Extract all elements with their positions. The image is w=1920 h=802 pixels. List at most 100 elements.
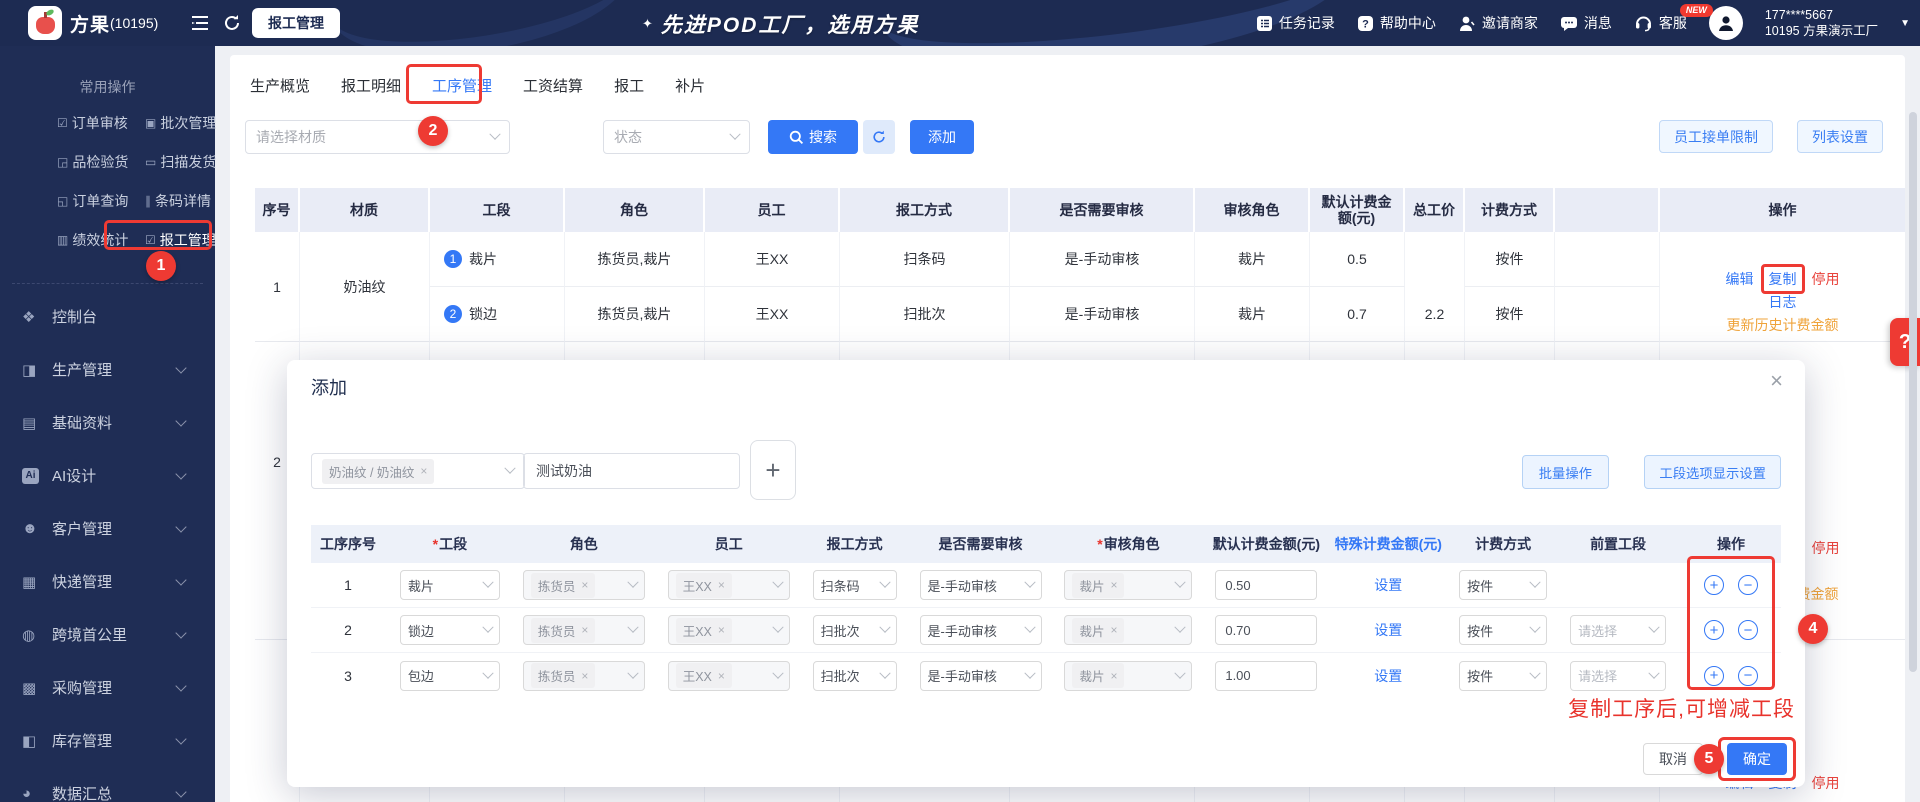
nav-invite-merchant[interactable]: 邀请商家 bbox=[1458, 13, 1538, 33]
disable-link[interactable]: 停用 bbox=[1812, 538, 1840, 558]
method-select[interactable]: 扫批次 bbox=[812, 660, 897, 691]
review-select[interactable]: 是-手动审核 bbox=[919, 615, 1042, 645]
add-button[interactable]: 添加 bbox=[910, 120, 974, 154]
modal-material-select[interactable]: 奶油纹 / 奶油纹 × bbox=[311, 453, 525, 489]
remove-stage-icon[interactable]: − bbox=[1737, 575, 1758, 595]
collapse-menu-icon[interactable] bbox=[190, 13, 210, 33]
special-fee-settings-link[interactable]: 设置 bbox=[1374, 620, 1402, 640]
review-role-select[interactable]: 裁片 × bbox=[1064, 570, 1193, 600]
vertical-scrollbar[interactable] bbox=[1909, 112, 1917, 672]
default-fee-input[interactable]: 1.00 bbox=[1215, 660, 1318, 691]
tab-patch[interactable]: 补片 bbox=[673, 71, 707, 100]
nav-task-log[interactable]: 任务记录 bbox=[1256, 13, 1335, 33]
employee-select[interactable]: 王XX × bbox=[667, 615, 790, 645]
remove-tag-icon[interactable]: × bbox=[718, 578, 725, 592]
role-select[interactable]: 拣货员 × bbox=[522, 660, 645, 691]
review-role-select[interactable]: 裁片 × bbox=[1064, 660, 1193, 691]
review-role-select[interactable]: 裁片 × bbox=[1064, 615, 1193, 645]
default-fee-input[interactable]: 0.70 bbox=[1215, 615, 1318, 645]
quick-link-work-report[interactable]: ☑ 报工管理 bbox=[145, 230, 233, 250]
nav-help-center[interactable]: ? 帮助中心 bbox=[1357, 13, 1436, 33]
employee-select[interactable]: 王XX × bbox=[667, 660, 790, 691]
sidebar-item-production[interactable]: ◨ 生产管理 bbox=[0, 343, 215, 396]
sidebar-item-base-data[interactable]: ▤ 基础资料 bbox=[0, 396, 215, 449]
employee-select[interactable]: 王XX × bbox=[667, 570, 790, 600]
avatar[interactable] bbox=[1708, 6, 1743, 40]
remove-tag-icon[interactable]: × bbox=[581, 578, 588, 592]
quick-link-performance[interactable]: ▥ 绩效统计 bbox=[57, 230, 145, 250]
quick-link-batch-manage[interactable]: ▣ 批次管理 bbox=[145, 113, 233, 133]
status-select[interactable]: 状态 bbox=[603, 120, 750, 154]
tab-process-manage[interactable]: 工序管理 bbox=[430, 71, 494, 100]
stage-select[interactable]: 裁片 bbox=[399, 570, 500, 600]
quick-link-quality-check[interactable]: ◲ 品检验货 bbox=[57, 152, 145, 172]
tab-production-overview[interactable]: 生产概览 bbox=[248, 71, 312, 100]
modal-name-input[interactable]: 测试奶油 bbox=[523, 453, 740, 489]
remove-tag-icon[interactable]: × bbox=[1110, 623, 1117, 637]
search-button[interactable]: 搜索 bbox=[768, 120, 858, 154]
nav-customer-service[interactable]: 客服 NEW bbox=[1634, 4, 1713, 33]
remove-tag-icon[interactable]: × bbox=[718, 623, 725, 637]
stage-display-settings-button[interactable]: 工段选项显示设置 bbox=[1644, 455, 1781, 489]
list-settings-button[interactable]: 列表设置 bbox=[1797, 120, 1883, 153]
role-select[interactable]: 拣货员 × bbox=[522, 615, 645, 645]
sidebar-item-crossborder[interactable]: ◍ 跨境首公里 bbox=[0, 608, 215, 661]
default-fee-input[interactable]: 0.50 bbox=[1215, 570, 1318, 600]
add-material-group-button[interactable]: + bbox=[750, 440, 796, 500]
quick-link-barcode-detail[interactable]: ∥ 条码详情 bbox=[145, 191, 233, 211]
disable-link[interactable]: 停用 bbox=[1812, 773, 1840, 793]
quick-link-scan-ship[interactable]: ▭ 扫描发货 bbox=[145, 152, 233, 172]
refresh-list-button[interactable] bbox=[863, 120, 895, 154]
remove-tag-icon[interactable]: × bbox=[718, 669, 725, 683]
role-select[interactable]: 拣货员 × bbox=[522, 570, 645, 600]
pay-type-select[interactable]: 按件 bbox=[1459, 660, 1548, 691]
remove-tag-icon[interactable]: × bbox=[420, 464, 427, 478]
stage-select[interactable]: 锁边 bbox=[399, 615, 500, 645]
batch-operation-button[interactable]: 批量操作 bbox=[1521, 455, 1609, 489]
sidebar-item-express[interactable]: ▦ 快递管理 bbox=[0, 555, 215, 608]
remove-stage-icon[interactable]: − bbox=[1737, 620, 1758, 640]
add-stage-icon[interactable]: + bbox=[1703, 575, 1724, 595]
sidebar-item-customers[interactable]: ☻ 客户管理 bbox=[0, 502, 215, 555]
remove-tag-icon[interactable]: × bbox=[1110, 578, 1117, 592]
copy-link[interactable]: 复制 bbox=[1760, 264, 1805, 294]
remove-stage-icon[interactable]: − bbox=[1737, 665, 1758, 686]
refresh-icon[interactable] bbox=[222, 13, 242, 33]
log-link[interactable]: 日志 bbox=[1769, 292, 1797, 312]
quick-link-order-audit[interactable]: ☑ 订单审核 bbox=[57, 113, 145, 133]
pay-type-select[interactable]: 按件 bbox=[1459, 570, 1548, 600]
method-select[interactable]: 扫条码 bbox=[812, 570, 897, 600]
edit-link[interactable]: 编辑 bbox=[1726, 269, 1754, 289]
tab-report-detail[interactable]: 报工明细 bbox=[339, 71, 403, 100]
sidebar-item-inventory[interactable]: ◧ 库存管理 bbox=[0, 714, 215, 767]
add-stage-icon[interactable]: + bbox=[1703, 620, 1724, 640]
pre-stage-select[interactable]: 请选择 bbox=[1570, 660, 1667, 691]
pre-stage-select[interactable]: 请选择 bbox=[1570, 615, 1667, 645]
workspace-button[interactable]: 报工管理 bbox=[252, 8, 340, 38]
special-fee-settings-link[interactable]: 设置 bbox=[1374, 666, 1402, 686]
add-stage-icon[interactable]: + bbox=[1703, 665, 1724, 686]
chevron-down-icon[interactable]: ▼ bbox=[1900, 18, 1910, 29]
nav-messages[interactable]: 消息 bbox=[1560, 13, 1612, 33]
quick-link-order-query[interactable]: ◱ 订单查询 bbox=[57, 191, 145, 211]
user-info[interactable]: 177****5667 10195 方果演示工厂 bbox=[1765, 7, 1878, 40]
material-select[interactable]: 请选择材质 bbox=[245, 120, 510, 154]
tab-report[interactable]: 报工 bbox=[612, 71, 646, 100]
sidebar-item-ai-design[interactable]: Ai AI设计 bbox=[0, 449, 215, 502]
sidebar-item-data-summary[interactable]: ◕ 数据汇总 bbox=[0, 767, 215, 802]
employee-order-limit-button[interactable]: 员工接单限制 bbox=[1659, 120, 1773, 153]
pay-type-select[interactable]: 按件 bbox=[1459, 615, 1548, 645]
sidebar-item-console[interactable]: ❖ 控制台 bbox=[0, 290, 215, 343]
remove-tag-icon[interactable]: × bbox=[581, 669, 588, 683]
remove-tag-icon[interactable]: × bbox=[1110, 669, 1117, 683]
sidebar-item-purchase[interactable]: ▩ 采购管理 bbox=[0, 661, 215, 714]
method-select[interactable]: 扫批次 bbox=[812, 615, 897, 645]
close-icon[interactable]: × bbox=[1770, 368, 1783, 394]
remove-tag-icon[interactable]: × bbox=[581, 623, 588, 637]
update-history-fee-link[interactable]: 更新历史计费金额 bbox=[1727, 315, 1839, 335]
disable-link[interactable]: 停用 bbox=[1812, 269, 1840, 289]
special-fee-settings-link[interactable]: 设置 bbox=[1374, 575, 1402, 595]
stage-select[interactable]: 包边 bbox=[399, 660, 500, 691]
confirm-button[interactable]: 确定 bbox=[1727, 743, 1787, 775]
tab-salary[interactable]: 工资结算 bbox=[521, 71, 585, 100]
